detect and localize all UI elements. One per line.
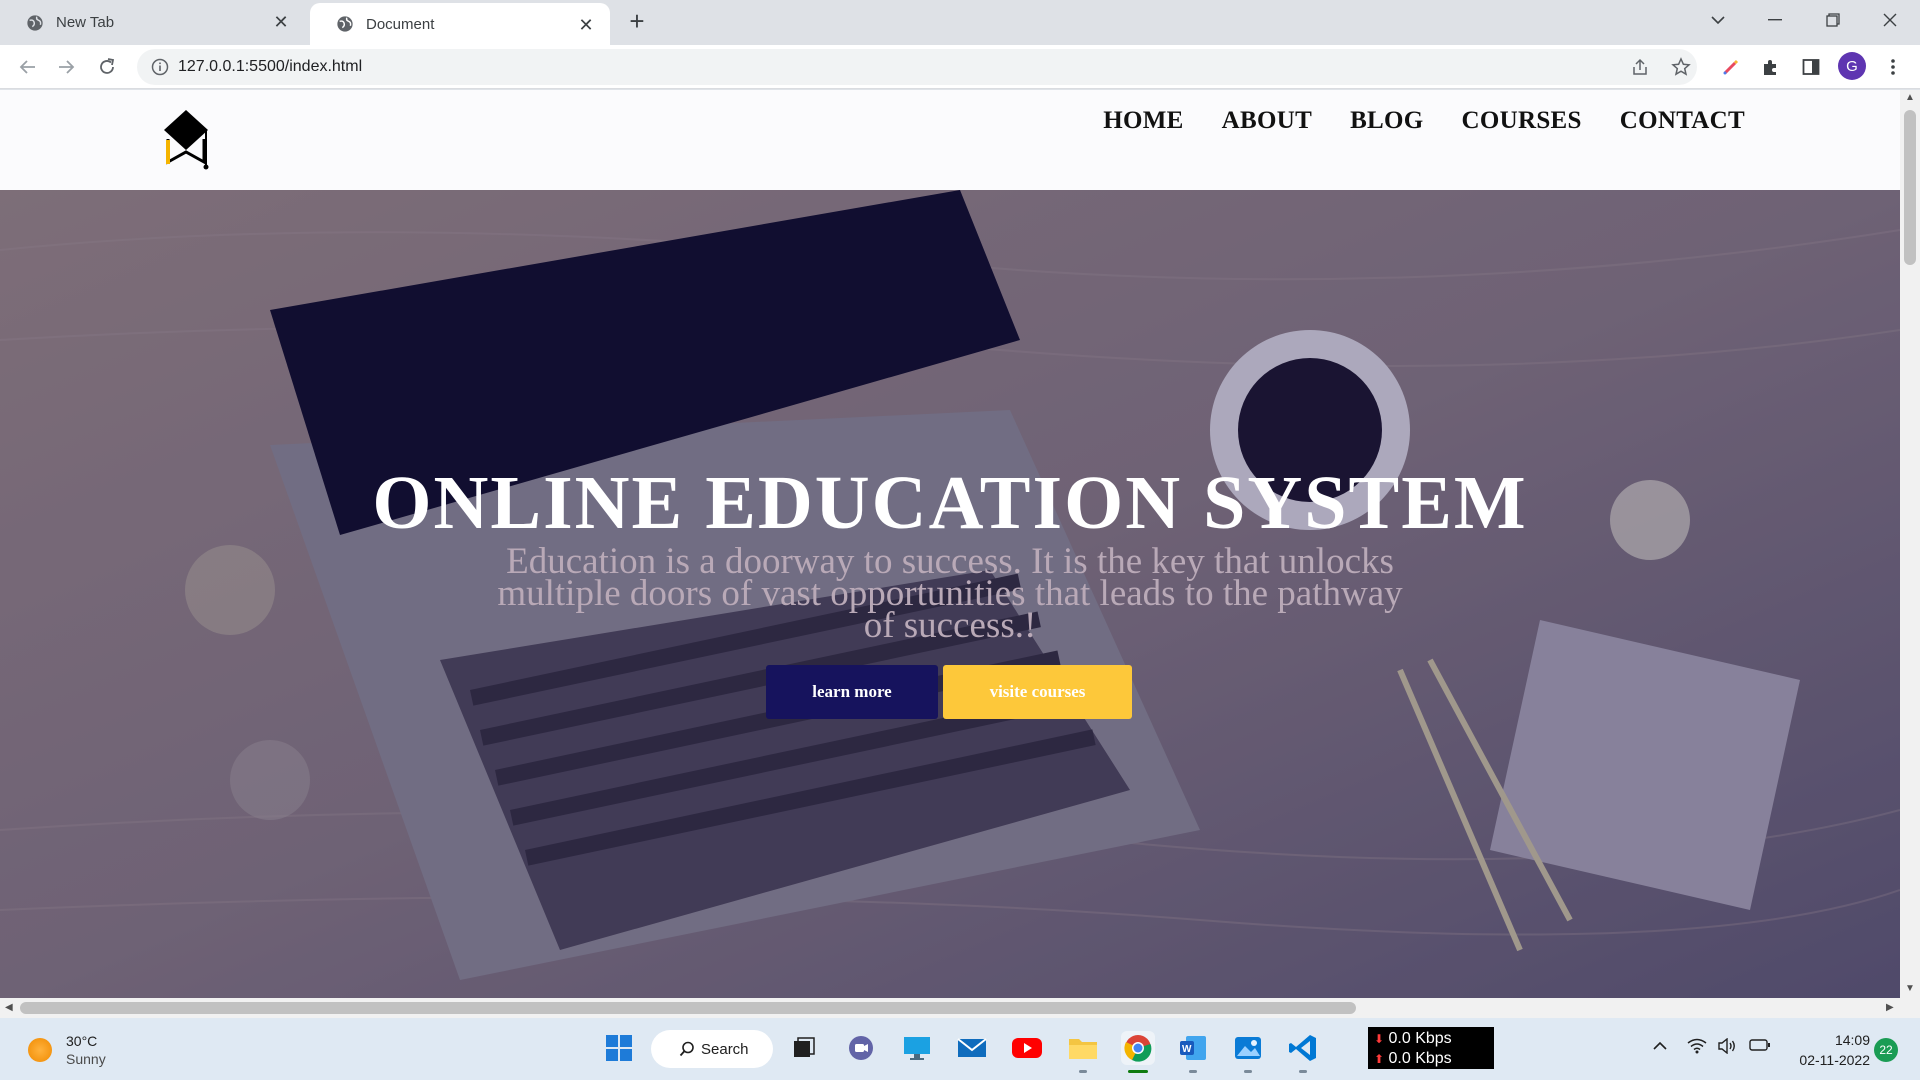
graduation-logo-icon[interactable] — [154, 106, 218, 172]
weather-widget[interactable]: 30°C Sunny — [28, 1032, 106, 1068]
browser-toolbar: 127.0.0.1:5500/index.html G — [0, 45, 1920, 89]
active-indicator — [1128, 1070, 1148, 1073]
system-clock[interactable]: 14:09 02-11-2022 — [1780, 1030, 1870, 1070]
word-icon[interactable]: W — [1176, 1031, 1210, 1065]
close-window-icon[interactable] — [1862, 0, 1918, 40]
scroll-left-arrow-icon[interactable]: ◀ — [5, 1002, 13, 1013]
more-menu-icon[interactable] — [1879, 53, 1907, 81]
weather-desc: Sunny — [66, 1051, 106, 1067]
profile-avatar[interactable]: G — [1838, 52, 1866, 80]
file-explorer-icon[interactable] — [1066, 1031, 1100, 1065]
main-nav: HOME ABOUT BLOG COURSES CONTACT — [1103, 107, 1745, 135]
tab-new-tab[interactable]: New Tab ✕ — [0, 0, 305, 45]
vertical-scrollbar[interactable]: ▲ ▼ — [1900, 90, 1920, 998]
tab-strip: New Tab ✕ Document ✕ + — [0, 0, 1920, 45]
nav-contact[interactable]: CONTACT — [1620, 107, 1745, 135]
tab-title: Document — [366, 15, 435, 33]
minimize-icon[interactable] — [1747, 0, 1803, 40]
horizontal-scrollbar[interactable]: ◀ ▶ — [0, 998, 1920, 1018]
taskbar-search[interactable]: Search — [651, 1030, 773, 1068]
back-icon[interactable] — [13, 53, 41, 81]
weather-temp: 30°C — [66, 1033, 98, 1049]
upload-arrow-icon: ⬆ — [1374, 1052, 1385, 1066]
net-down: 0.0 Kbps — [1388, 1030, 1452, 1047]
page-viewport: HOME ABOUT BLOG COURSES CONTACT ONLINE E… — [0, 90, 1900, 998]
running-indicator — [1079, 1070, 1087, 1073]
horizontal-scroll-thumb[interactable] — [20, 1002, 1356, 1014]
nav-about[interactable]: ABOUT — [1222, 107, 1312, 135]
clock-date: 02-11-2022 — [1799, 1052, 1870, 1068]
mail-icon[interactable] — [955, 1031, 989, 1065]
new-tab-button[interactable]: + — [624, 8, 650, 35]
forward-icon[interactable] — [53, 53, 81, 81]
scroll-up-arrow-icon[interactable]: ▲ — [1905, 92, 1915, 103]
visit-courses-button[interactable]: visite courses — [943, 665, 1132, 719]
battery-icon[interactable] — [1749, 1038, 1771, 1057]
running-indicator — [1299, 1070, 1307, 1073]
windows-start-icon[interactable] — [602, 1031, 636, 1065]
search-label: Search — [701, 1040, 749, 1058]
hero-section: ONLINE EDUCATION SYSTEM Education is a d… — [0, 190, 1900, 998]
bookmark-star-icon[interactable] — [1671, 57, 1691, 77]
network-speed-meter: ⬇ 0.0 Kbps ⬆ 0.0 Kbps — [1368, 1027, 1494, 1069]
running-indicator — [1244, 1070, 1252, 1073]
extensions-puzzle-icon[interactable] — [1757, 53, 1785, 81]
tab-document[interactable]: Document ✕ — [310, 3, 610, 45]
url-text: 127.0.0.1:5500/index.html — [178, 58, 363, 75]
share-icon[interactable] — [1631, 58, 1649, 76]
chevron-up-icon[interactable] — [1652, 1038, 1668, 1056]
hero-subtitle: Education is a doorway to success. It is… — [497, 541, 1403, 646]
desktop-monitor-icon[interactable] — [900, 1031, 934, 1065]
nav-home[interactable]: HOME — [1103, 107, 1183, 135]
notification-badge[interactable]: 22 — [1874, 1038, 1898, 1062]
vertical-scroll-thumb[interactable] — [1904, 110, 1916, 265]
running-indicator — [1189, 1070, 1197, 1073]
vscode-icon[interactable] — [1286, 1031, 1320, 1065]
close-tab-icon[interactable]: ✕ — [576, 15, 596, 35]
hero-title: ONLINE EDUCATION SYSTEM — [372, 461, 1528, 545]
teams-chat-icon[interactable] — [844, 1031, 878, 1065]
globe-icon — [27, 14, 43, 31]
globe-icon — [337, 16, 353, 32]
svg-text:W: W — [1182, 1044, 1192, 1055]
tab-title: New Tab — [56, 14, 115, 31]
chrome-icon[interactable] — [1121, 1031, 1155, 1065]
nav-courses[interactable]: COURSES — [1462, 107, 1582, 135]
download-arrow-icon: ⬇ — [1374, 1032, 1385, 1046]
wifi-icon[interactable] — [1687, 1038, 1707, 1059]
volume-icon[interactable] — [1717, 1037, 1737, 1059]
reload-icon[interactable] — [93, 53, 121, 81]
scroll-right-arrow-icon[interactable]: ▶ — [1886, 1002, 1894, 1013]
tab-search-icon[interactable] — [1690, 0, 1746, 40]
site-header: HOME ABOUT BLOG COURSES CONTACT — [0, 90, 1900, 190]
task-view-icon[interactable] — [787, 1031, 821, 1065]
nav-blog[interactable]: BLOG — [1350, 107, 1423, 135]
close-tab-icon[interactable]: ✕ — [271, 12, 291, 32]
clock-time: 14:09 — [1834, 1032, 1870, 1048]
side-panel-icon[interactable] — [1797, 53, 1825, 81]
windows-taskbar: 30°C Sunny Search W ⬇ 0.0 Kbps ⬆ 0.0 Kbp… — [0, 1018, 1920, 1080]
site-info-icon[interactable] — [151, 58, 169, 76]
search-icon — [679, 1041, 694, 1057]
scroll-down-arrow-icon[interactable]: ▼ — [1905, 983, 1915, 994]
restore-icon[interactable] — [1805, 0, 1861, 40]
youtube-icon[interactable] — [1010, 1031, 1044, 1065]
learn-more-button[interactable]: learn more — [766, 665, 938, 719]
address-bar[interactable]: 127.0.0.1:5500/index.html — [137, 49, 1697, 85]
photos-icon[interactable] — [1231, 1031, 1265, 1065]
extension-pen-icon[interactable] — [1717, 53, 1745, 81]
net-up: 0.0 Kbps — [1388, 1050, 1452, 1067]
sun-icon — [28, 1038, 52, 1062]
